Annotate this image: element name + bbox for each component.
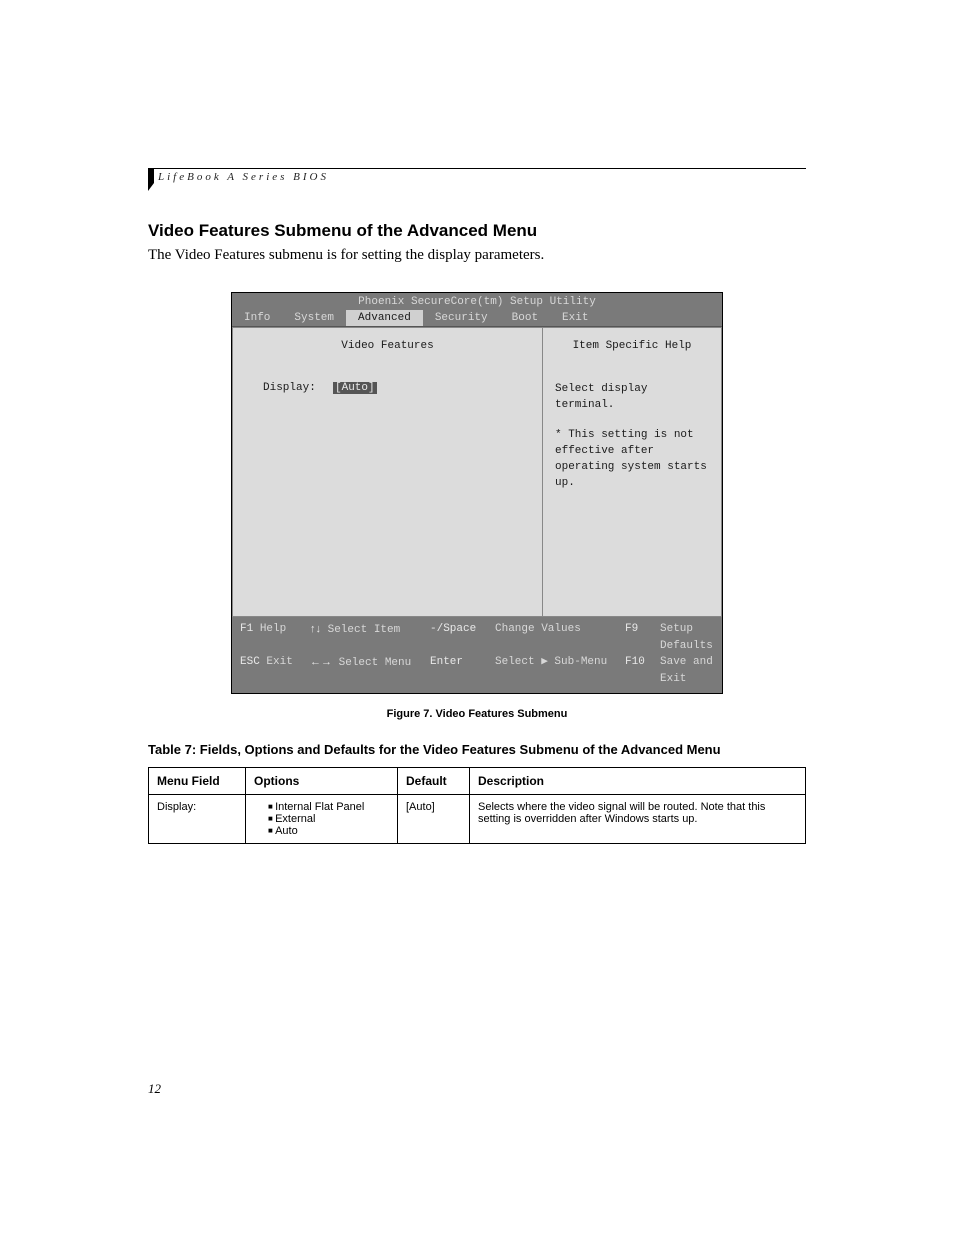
bios-help-panel: Item Specific Help Select display termin… xyxy=(542,327,722,617)
bios-tab-advanced[interactable]: Advanced xyxy=(346,310,423,326)
bios-screenshot: Phoenix SecureCore(tm) Setup Utility Inf… xyxy=(231,292,723,694)
list-item: Auto xyxy=(268,825,389,837)
td-default: [Auto] xyxy=(398,795,470,844)
td-menu-field: Display: xyxy=(149,795,246,844)
bios-key-f10-label: Save and Exit xyxy=(660,656,713,685)
bios-tab-security[interactable]: Security xyxy=(423,310,500,326)
th-description: Description xyxy=(470,768,806,795)
th-default: Default xyxy=(398,768,470,795)
page-number: 12 xyxy=(148,1081,161,1097)
list-item: Internal Flat Panel xyxy=(268,801,389,813)
bios-field-display-label: Display: xyxy=(263,382,333,394)
td-options: Internal Flat Panel External Auto xyxy=(246,795,398,844)
intro-text: The Video Features submenu is for settin… xyxy=(148,247,806,264)
bios-key-updown-label: Select Item xyxy=(328,624,401,636)
bios-key-esc: ESC xyxy=(240,656,260,668)
fields-table: Menu Field Options Default Description D… xyxy=(148,767,806,844)
bios-key-leftright-label: Select Menu xyxy=(339,657,412,669)
bios-key-f1-label: Help xyxy=(260,623,286,635)
bios-key-f9-label: Setup Defaults xyxy=(660,623,713,652)
bios-key-f9: F9 xyxy=(625,623,638,635)
figure-caption: Figure 7. Video Features Submenu xyxy=(148,708,806,720)
bios-utility-title: Phoenix SecureCore(tm) Setup Utility xyxy=(232,293,722,310)
table-title: Table 7: Fields, Options and Defaults fo… xyxy=(148,742,806,757)
bios-key-enter-label: Select ▶ Sub-Menu xyxy=(495,656,607,668)
bios-key-updown: ↑↓ xyxy=(310,623,321,635)
th-menu-field: Menu Field xyxy=(149,768,246,795)
series-label: LifeBook A Series BIOS xyxy=(158,171,806,183)
bios-tab-bar: Info System Advanced Security Boot Exit xyxy=(232,310,722,327)
bios-help-line2: * This setting is not effective after op… xyxy=(555,428,711,492)
header-rule: LifeBook A Series BIOS xyxy=(148,168,806,183)
bios-help-line1: Select display terminal. xyxy=(555,382,711,414)
bios-key-esc-label: Exit xyxy=(266,656,292,668)
bios-tab-boot[interactable]: Boot xyxy=(500,310,550,326)
bios-tab-system[interactable]: System xyxy=(282,310,346,326)
table-row: Display: Internal Flat Panel External Au… xyxy=(149,795,806,844)
table-header-row: Menu Field Options Default Description xyxy=(149,768,806,795)
list-item: External xyxy=(268,813,389,825)
bios-tab-exit[interactable]: Exit xyxy=(550,310,600,326)
bios-tab-info[interactable]: Info xyxy=(232,310,282,326)
bios-submenu-title: Video Features xyxy=(233,328,542,352)
bios-help-title: Item Specific Help xyxy=(543,328,721,352)
bios-key-leftright: ←→ xyxy=(310,656,332,668)
bios-key-f10: F10 xyxy=(625,656,645,668)
bios-key-minus: -/Space xyxy=(430,623,476,635)
bios-main-panel: Video Features Display: [Auto] xyxy=(232,327,542,617)
bios-key-f1: F1 xyxy=(240,623,253,635)
section-title: Video Features Submenu of the Advanced M… xyxy=(148,221,806,241)
bios-footer: F1 Help ↑↓ Select Item -/Space Change Va… xyxy=(232,617,722,693)
bios-field-display-value[interactable]: [Auto] xyxy=(333,382,377,394)
th-options: Options xyxy=(246,768,398,795)
bios-key-minus-label: Change Values xyxy=(495,623,581,635)
td-description: Selects where the video signal will be r… xyxy=(470,795,806,844)
bios-key-enter: Enter xyxy=(430,656,463,668)
